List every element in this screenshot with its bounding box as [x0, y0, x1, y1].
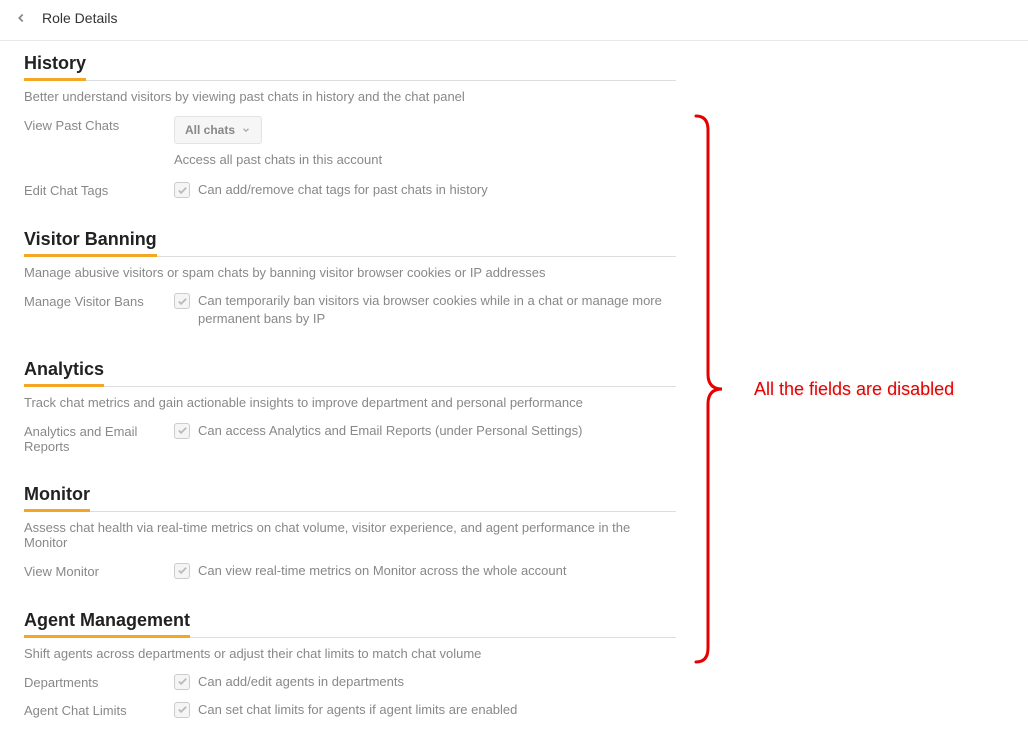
content-area: History Better understand visitors by vi… [0, 41, 700, 739]
back-icon[interactable] [14, 11, 28, 25]
page-header: Role Details [0, 0, 1028, 41]
label-manage-visitor-bans: Manage Visitor Bans [24, 292, 174, 309]
label-edit-chat-tags: Edit Chat Tags [24, 181, 174, 198]
divider [24, 511, 676, 512]
row-agent-chat-limits: Agent Chat Limits Can set chat limits fo… [24, 701, 676, 719]
section-desc-monitor: Assess chat health via real-time metrics… [24, 520, 676, 550]
label-departments: Departments [24, 673, 174, 690]
row-analytics-reports: Analytics and Email Reports Can access A… [24, 422, 676, 454]
desc-view-monitor: Can view real-time metrics on Monitor ac… [198, 562, 676, 580]
checkbox-manage-visitor-bans[interactable] [174, 293, 190, 309]
bracket-icon [694, 114, 724, 664]
desc-edit-chat-tags: Can add/remove chat tags for past chats … [198, 181, 676, 199]
divider [24, 386, 676, 387]
section-title-monitor: Monitor [24, 484, 90, 512]
dropdown-view-past-chats[interactable]: All chats [174, 116, 262, 144]
divider [24, 80, 676, 81]
annotation: All the fields are disabled [694, 114, 954, 664]
section-title-visitor-banning: Visitor Banning [24, 229, 157, 257]
section-visitor-banning: Visitor Banning Manage abusive visitors … [24, 229, 676, 328]
label-analytics-reports: Analytics and Email Reports [24, 422, 174, 454]
annotation-text: All the fields are disabled [754, 377, 954, 401]
page-title: Role Details [42, 10, 117, 26]
desc-departments: Can add/edit agents in departments [198, 673, 676, 691]
label-view-monitor: View Monitor [24, 562, 174, 579]
chevron-down-icon [241, 125, 251, 135]
section-desc-visitor-banning: Manage abusive visitors or spam chats by… [24, 265, 676, 280]
checkbox-analytics-reports[interactable] [174, 423, 190, 439]
desc-manage-visitor-bans: Can temporarily ban visitors via browser… [198, 292, 676, 328]
row-view-past-chats: View Past Chats All chats [24, 116, 676, 144]
section-history: History Better understand visitors by vi… [24, 53, 676, 199]
section-title-agent-management: Agent Management [24, 610, 190, 638]
section-analytics: Analytics Track chat metrics and gain ac… [24, 359, 676, 454]
checkbox-agent-chat-limits[interactable] [174, 702, 190, 718]
section-desc-history: Better understand visitors by viewing pa… [24, 89, 676, 104]
dropdown-value: All chats [185, 123, 235, 137]
row-manage-visitor-bans: Manage Visitor Bans Can temporarily ban … [24, 292, 676, 328]
row-departments: Departments Can add/edit agents in depar… [24, 673, 676, 691]
section-title-history: History [24, 53, 86, 81]
section-title-analytics: Analytics [24, 359, 104, 387]
label-view-past-chats: View Past Chats [24, 116, 174, 133]
section-monitor: Monitor Assess chat health via real-time… [24, 484, 676, 580]
checkbox-view-monitor[interactable] [174, 563, 190, 579]
row-edit-chat-tags: Edit Chat Tags Can add/remove chat tags … [24, 181, 676, 199]
section-desc-analytics: Track chat metrics and gain actionable i… [24, 395, 676, 410]
checkbox-departments[interactable] [174, 674, 190, 690]
checkbox-edit-chat-tags[interactable] [174, 182, 190, 198]
helper-view-past-chats: Access all past chats in this account [174, 152, 676, 167]
row-view-monitor: View Monitor Can view real-time metrics … [24, 562, 676, 580]
desc-analytics-reports: Can access Analytics and Email Reports (… [198, 422, 676, 440]
section-agent-management: Agent Management Shift agents across dep… [24, 610, 676, 719]
section-desc-agent-management: Shift agents across departments or adjus… [24, 646, 676, 661]
desc-agent-chat-limits: Can set chat limits for agents if agent … [198, 701, 676, 719]
label-agent-chat-limits: Agent Chat Limits [24, 701, 174, 718]
